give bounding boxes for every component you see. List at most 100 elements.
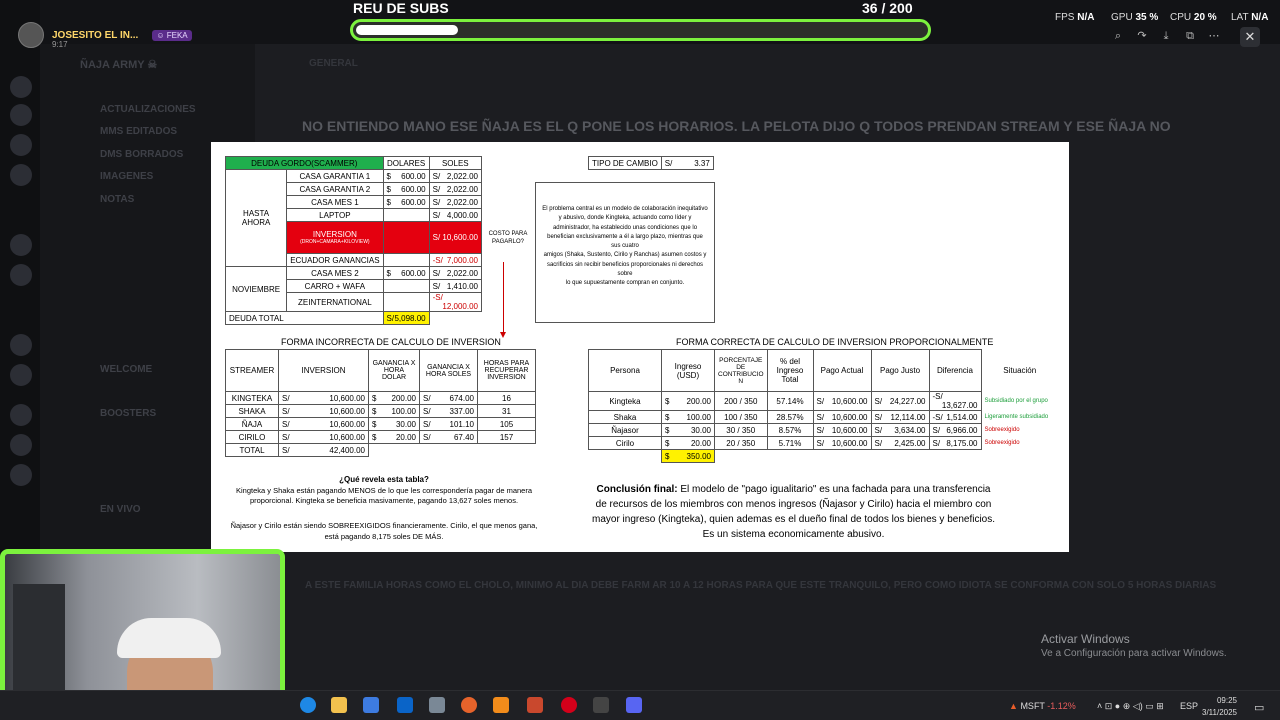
amount: 10,600.00 [329,406,365,416]
download-icon[interactable]: ⤓ [1158,28,1174,44]
open-external-icon[interactable]: ⧉ [1182,28,1198,44]
currency-symbol: S/ [432,184,441,194]
channel-item[interactable]: DMS BORRADOS [100,149,183,160]
vlc-icon[interactable] [493,697,509,713]
currency-symbol: S/ [432,281,441,291]
conclusion: Conclusión final: El modelo de "pago igu… [591,482,996,542]
difference: -S/ 1,514.00 [928,410,982,424]
server-icon[interactable] [10,234,32,256]
col-header: Ingreso (USD) [661,349,715,392]
amount: 10,600.00 [329,419,365,429]
channel-item[interactable]: MMS EDITADOS [100,126,177,137]
situation: Ligeramente subsidiado [984,414,1049,420]
server-icon[interactable] [10,104,32,126]
hours: 16 [477,391,536,405]
amount: 10,600.00 [831,425,868,435]
col-header: STREAMER [225,349,279,392]
tray-icons[interactable]: ˄ ⊡ ● ⊕ ◁) ▭ ⊞ [1097,701,1164,712]
situation: Sobreexigido [984,427,1020,433]
server-icon[interactable] [10,464,32,486]
difference: S/ 6,966.00 [928,423,982,437]
server-icon[interactable] [10,334,32,356]
notes-paragraph: Kingteka y Shaka están pagando MENOS de … [235,485,533,506]
discord-icon[interactable] [626,697,642,713]
currency-symbol: S/ [932,438,941,448]
amount: 67.40 [453,432,474,442]
server-name[interactable]: ÑAJA ARMY ☠ [80,58,157,71]
amount: 42,400.00 [329,445,365,455]
opera-icon[interactable] [561,697,577,713]
server-icon[interactable] [10,164,32,186]
col-header: Persona [588,349,662,392]
currency-symbol: S/ [664,158,673,168]
hours: 105 [477,417,536,431]
earn-usd: $ 200.00 [368,391,420,405]
amount: 2,022.00 [446,184,478,194]
amount: 600.00 [401,171,426,181]
chat-message: NO ENTIENDO MANO ESE ÑAJA ES EL Q PONE L… [302,118,1171,134]
firefox-icon[interactable] [461,697,477,713]
edge-icon[interactable] [300,697,316,713]
file-explorer-icon[interactable] [331,697,347,713]
zoom-icon[interactable]: ⌕ [1110,28,1126,44]
amount: 20.00 [395,432,416,442]
channel-item[interactable]: BOOSTERS [100,408,156,419]
server-icon[interactable] [10,76,32,98]
investment: S/ 10,600.00 [278,404,369,418]
store-icon[interactable] [363,697,379,713]
debt-usd: $600.00 [382,182,430,196]
close-button[interactable]: ✕ [1240,27,1260,47]
channel-item[interactable]: IMAGENES [100,171,153,182]
outlook-icon[interactable] [397,697,413,713]
col-header: PORCENTAJE DE CONTRIBUCIO N [714,349,768,392]
app-icon[interactable] [527,697,543,713]
channel-item[interactable]: EN VIVO [100,504,141,515]
amount: 10,600.00 [831,412,868,422]
actual-payment: S/ 10,600.00 [812,423,872,437]
debt-item: LAPTOP [286,208,384,222]
debt-item: CASA GARANTIA 2 [286,182,384,196]
debt-usd: $600.00 [382,169,430,183]
streamer-row: SHAKA S/ 10,600.00 $ 100.00 S/ 337.00 31 [225,404,536,418]
debt-usd [382,253,430,267]
obs-icon[interactable] [593,697,609,713]
currency-symbol: S/ [432,197,441,207]
group-label: NOVIEMBRE [224,266,288,312]
channel-item[interactable]: WELCOME [100,364,152,375]
debt-pen: S/2,022.00 [428,266,483,280]
earn-usd: $ 100.00 [368,404,420,418]
currency-symbol: $ [386,184,391,194]
debt-pen: S/2,022.00 [428,169,483,183]
server-icon[interactable] [10,434,32,456]
streamer-name: CIRILO [225,430,279,444]
channel-item[interactable]: NOTAS [100,194,134,205]
rotate-icon[interactable]: ↷ [1134,28,1150,44]
server-icon[interactable] [10,134,32,156]
language[interactable]: ESP [1180,701,1198,711]
currency-symbol: $ [386,268,391,278]
app-icon[interactable] [429,697,445,713]
col-header: Pago Actual [812,349,872,392]
stock-change: -1.12% [1047,701,1076,711]
server-icon[interactable] [10,264,32,286]
amount: 12,000.00 [442,302,478,311]
person-name: Ñajasor [588,423,662,437]
description-line: administrador, ha establecido unas condi… [547,224,703,250]
hours: 157 [477,430,536,444]
server-icon[interactable] [10,364,32,386]
more-icon[interactable]: ⋯ [1206,28,1222,44]
clock[interactable]: 09:25 3/11/2025 [1202,695,1237,718]
channel-item[interactable]: ACTUALIZACIONES [100,104,196,115]
server-icon[interactable] [10,404,32,426]
amount: 600.00 [401,184,426,194]
amount: 20.00 [690,438,711,448]
contribution: 20 / 350 [714,436,768,450]
debt-pen: S/4,000.00 [428,208,483,222]
fps-value: N/A [1077,12,1095,23]
actual-payment: S/ 10,600.00 [812,436,872,450]
total-income: $ 350.00 [661,449,715,463]
stock-widget[interactable]: ▲ MSFT -1.12% [1009,701,1076,711]
notification-icon[interactable]: ▭ [1254,701,1264,714]
person-row: Shaka $ 100.00 100 / 350 28.57% S/ 10,60… [588,410,1059,424]
debt-pen: S/2,022.00 [428,195,483,209]
